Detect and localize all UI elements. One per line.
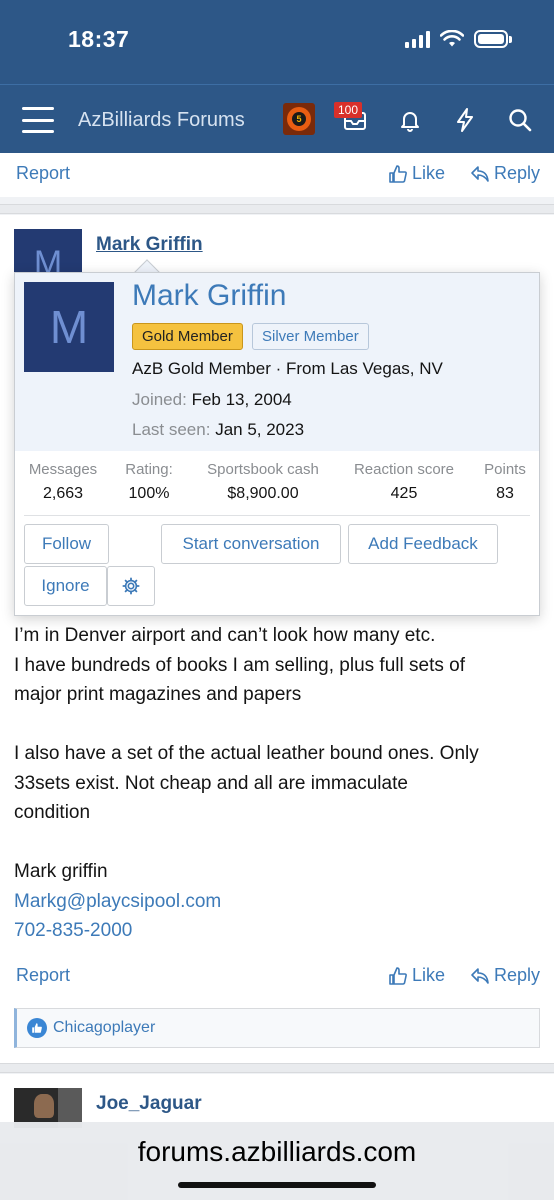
reply-arrow-icon [471,165,489,182]
member-tooltip-card: M Mark Griffin Gold Member Silver Member… [14,272,540,616]
reply-button[interactable]: Reply [470,965,540,986]
url-text[interactable]: forums.azbilliards.com [0,1136,554,1168]
lightning-bolt-icon[interactable] [452,107,478,133]
notification-count-badge: 100 [334,102,363,118]
reply-arrow-icon [471,967,489,984]
stat-value: $8,900.00 [227,485,299,502]
body-line: major print magazines and papers [14,684,302,705]
stat-value: 425 [390,485,418,502]
last-seen-label: Last seen: [132,420,211,439]
search-icon[interactable] [507,107,533,133]
top-navbar: AzBilliards Forums 5 100 [0,84,554,153]
stat-rating: Rating: 100% [115,461,183,503]
stat-messages: Messages 2,663 [23,461,103,503]
report-link[interactable]: Report [16,965,70,986]
stat-reaction-score: Reaction score 425 [345,461,463,503]
like-label: Like [412,965,446,985]
post-separator [0,204,554,214]
member-name[interactable]: Mark Griffin [132,279,286,313]
like-reaction-icon [27,1018,47,1038]
body-line: 33sets exist. Not cheap and all are imma… [14,772,408,794]
joined-label: Joined: [132,390,187,409]
member-title: AzB Gold Member · From Las Vegas, NV [132,359,443,378]
phone-link[interactable]: 702-835-2000 [14,916,544,946]
previous-post-actions: Report Like Reply [0,153,554,197]
stat-value: 100% [128,485,170,502]
reply-button[interactable]: Reply [470,163,540,184]
post-body: I’m in Denver airport and can’t look how… [14,621,544,946]
stat-value: 2,663 [42,485,84,502]
browser-url-bar[interactable]: forums.azbilliards.com [0,1122,554,1200]
start-conversation-button[interactable]: Start conversation [161,524,341,564]
site-title[interactable]: AzBilliards Forums [78,109,245,132]
body-line: condition [14,802,91,823]
silver-member-badge: Silver Member [252,323,369,350]
like-label: Like [412,163,446,183]
body-line: I’m in Denver airport and can’t look how… [14,625,436,646]
stat-sportsbook-cash: Sportsbook cash $8,900.00 [195,461,331,503]
post-separator [0,1063,554,1073]
reply-label: Reply [494,965,541,985]
member-card-header: M Mark Griffin Gold Member Silver Member… [15,273,539,451]
wifi-icon [440,30,464,47]
follow-button[interactable]: Follow [24,524,109,564]
report-link[interactable]: Report [16,163,70,184]
status-icons [405,30,512,48]
post-actions: Report Like Reply [0,955,554,999]
member-stats: Messages 2,663 Rating: 100% Sportsbook c… [15,461,539,515]
body-line: Mark griffin [14,861,108,882]
menu-icon[interactable] [22,107,54,133]
stat-label: Sportsbook cash [207,461,319,478]
last-seen-value: Jan 5, 2023 [215,420,305,439]
gold-member-badge: Gold Member [132,323,243,350]
thumbs-up-icon [389,164,407,183]
status-time: 18:37 [68,26,130,52]
home-indicator[interactable] [178,1182,376,1188]
stat-points: Points 83 [477,461,533,503]
add-feedback-button[interactable]: Add Feedback [348,524,498,564]
joined-value: Feb 13, 2004 [191,390,292,409]
settings-button[interactable] [107,566,155,606]
battery-icon [474,30,512,48]
bell-icon[interactable] [397,107,423,133]
stat-label: Points [484,461,526,478]
cellular-signal-icon [405,30,430,48]
reply-label: Reply [494,163,541,183]
body-line [14,710,544,740]
pool-ball-logo-icon[interactable]: 5 [283,103,315,135]
member-avatar[interactable]: M [24,282,114,372]
reactions-bar[interactable]: Chicagoplayer [14,1008,540,1048]
stat-label: Rating: [125,461,173,478]
stat-value: 83 [496,485,514,502]
body-line [14,828,544,858]
author-name[interactable]: Mark Griffin [96,234,203,256]
next-author-name[interactable]: Joe_Jaguar [96,1093,202,1115]
like-button[interactable]: Like [388,163,445,184]
stat-label: Reaction score [353,461,455,478]
email-link[interactable]: Markg@playcsipool.com [14,887,544,917]
status-bar: 18:37 [0,0,554,84]
ignore-button[interactable]: Ignore [24,566,107,606]
body-line: I also have a set of the actual leather … [14,743,479,764]
reaction-user[interactable]: Chicagoplayer [53,1019,155,1037]
thumbs-up-icon [389,966,407,985]
member-last-seen: Last seen: Jan 5, 2023 [132,420,304,440]
stat-label: Messages [28,461,98,478]
member-joined: Joined: Feb 13, 2004 [132,390,292,410]
like-button[interactable]: Like [388,965,445,986]
logo-number: 5 [292,112,306,126]
stats-divider [24,515,530,516]
gear-icon [122,577,140,595]
body-line: I have bundreds of books I am selling, p… [14,654,465,676]
